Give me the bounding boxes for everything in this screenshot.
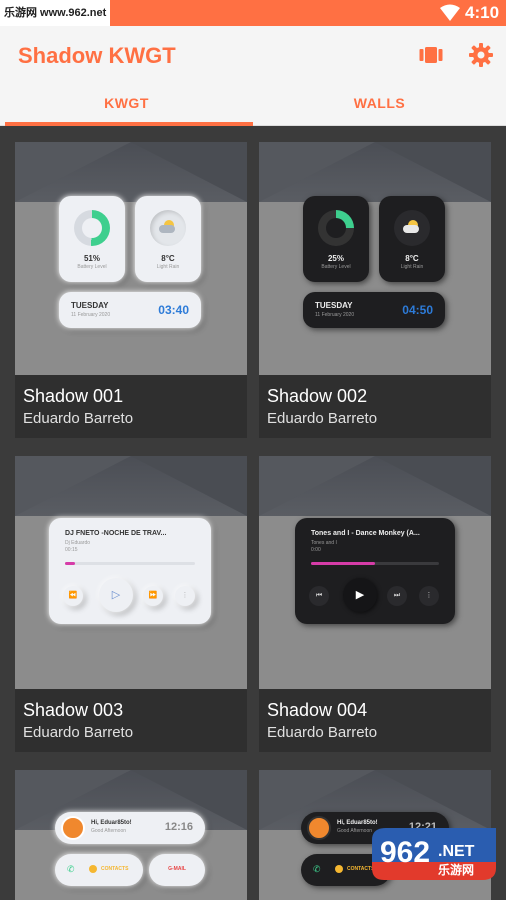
widget-card[interactable]: 51% Battery Level 8°C Light Rain TUESDAY… bbox=[15, 142, 247, 438]
widget-preview: DJ FNETO -NOCHE DE TRAV... Dj Eduardo 00… bbox=[15, 456, 247, 689]
battery-ring-icon bbox=[318, 210, 354, 246]
greeting-subtext: Good Afternoon bbox=[91, 828, 127, 834]
date-label: 11 February 2020 bbox=[71, 312, 111, 318]
date-time-tile: TUESDAY 11 February 2020 04:50 bbox=[303, 292, 445, 328]
gmail-label: G-MAIL bbox=[168, 866, 186, 872]
temperature-value: 8°C bbox=[161, 254, 175, 263]
app-title: Shadow KWGT bbox=[18, 43, 176, 68]
battery-value: 25% bbox=[327, 254, 344, 263]
logo-number: 962 bbox=[380, 836, 430, 869]
clock-time: 03:40 bbox=[158, 303, 189, 317]
music-player-tile: Tones and I - Dance Monkey (A... Tones a… bbox=[295, 518, 455, 624]
widget-name: Shadow 002 bbox=[267, 386, 368, 406]
wifi-icon bbox=[440, 4, 460, 21]
app-bar: Shadow KWGT KWGT WALLS bbox=[0, 26, 506, 126]
track-title: Tones and I - Dance Monkey (A... bbox=[311, 530, 420, 537]
battery-label: Battery Level bbox=[77, 264, 107, 270]
greeting-text: Hi, Eduar85to! bbox=[91, 820, 132, 826]
widget-author: Eduardo Barreto bbox=[23, 410, 134, 427]
more-icon[interactable]: ⋮ bbox=[419, 586, 439, 606]
track-time: 00:15 bbox=[65, 547, 78, 553]
greeting-tile: Hi, Eduar85to! Good Afternoon 12:16 bbox=[55, 812, 205, 844]
phone-icon: ✆ bbox=[67, 864, 75, 874]
date-label: 11 February 2020 bbox=[315, 312, 355, 318]
contacts-button[interactable]: ✆ CONTACTS bbox=[55, 854, 143, 886]
widget-grid: 51% Battery Level 8°C Light Rain TUESDAY… bbox=[0, 126, 506, 900]
weather-cloud-icon bbox=[150, 210, 186, 246]
tab-walls[interactable]: WALLS bbox=[253, 88, 506, 126]
day-label: TUESDAY bbox=[71, 301, 109, 310]
battery-ring-icon bbox=[74, 210, 110, 246]
widget-card[interactable]: DJ FNETO -NOCHE DE TRAV... Dj Eduardo 00… bbox=[15, 456, 247, 752]
widget-card[interactable]: Tones and I - Dance Monkey (A... Tones a… bbox=[259, 456, 491, 752]
site-watermark: 乐游网 www.962.net bbox=[0, 0, 111, 26]
widget-author: Eduardo Barreto bbox=[267, 724, 378, 741]
logo-cn: 乐游网 bbox=[438, 862, 474, 877]
widget-author: Eduardo Barreto bbox=[23, 724, 134, 741]
clock-time: 12:16 bbox=[164, 821, 193, 833]
weather-label: Light Rain bbox=[400, 264, 424, 270]
progress-fill bbox=[311, 562, 375, 565]
widget-card[interactable]: 25% Battery Level 8°C Light Rain TUESDAY… bbox=[259, 142, 491, 438]
track-title: DJ FNETO -NOCHE DE TRAV... bbox=[65, 530, 167, 537]
weather-tile: 8°C Light Rain bbox=[135, 196, 201, 282]
settings-gear-icon[interactable] bbox=[468, 42, 494, 68]
clock-time: 04:50 bbox=[402, 303, 433, 317]
widget-name: Shadow 003 bbox=[23, 700, 124, 720]
rewind-icon[interactable]: ⏪ bbox=[63, 586, 83, 606]
status-time: 4:10 bbox=[465, 3, 500, 22]
track-artist: Tones and I bbox=[311, 540, 337, 546]
contacts-icon bbox=[335, 865, 343, 873]
status-bar: 乐游网 www.962.net 4:10 bbox=[0, 0, 506, 26]
music-player-tile: DJ FNETO -NOCHE DE TRAV... Dj Eduardo 00… bbox=[49, 518, 211, 624]
widget-name: Shadow 004 bbox=[267, 700, 368, 720]
track-artist: Dj Eduardo bbox=[65, 540, 91, 546]
day-label: TUESDAY bbox=[315, 301, 353, 310]
widget-preview: 51% Battery Level 8°C Light Rain TUESDAY… bbox=[15, 142, 247, 375]
track-time: 0:00 bbox=[311, 547, 321, 553]
play-icon[interactable]: ▶ bbox=[343, 578, 377, 612]
battery-label: Battery Level bbox=[321, 264, 351, 270]
962-net-logo-watermark: 962 .NET 乐游网 bbox=[372, 828, 496, 880]
forward-icon[interactable]: ⏩ bbox=[143, 586, 163, 606]
weather-tile: 8°C Light Rain bbox=[379, 196, 445, 282]
avatar bbox=[307, 816, 331, 840]
phone-icon: ✆ bbox=[313, 864, 321, 874]
date-time-tile: TUESDAY 11 February 2020 03:40 bbox=[59, 292, 201, 328]
logo-suffix: .NET bbox=[438, 843, 475, 860]
widget-name: Shadow 001 bbox=[23, 386, 124, 406]
wallpaper-gallery-icon[interactable] bbox=[418, 42, 444, 68]
avatar bbox=[61, 816, 85, 840]
progress-track bbox=[65, 562, 195, 565]
progress-fill bbox=[65, 562, 75, 565]
widget-preview: Hi, Eduar85to! Good Afternoon 12:16 ✆ CO… bbox=[15, 770, 247, 900]
widget-preview: 25% Battery Level 8°C Light Rain TUESDAY… bbox=[259, 142, 491, 375]
widget-card[interactable]: Hi, Eduar85to! Good Afternoon 12:16 ✆ CO… bbox=[15, 770, 247, 900]
play-icon[interactable]: ▷ bbox=[99, 578, 133, 612]
widget-author: Eduardo Barreto bbox=[267, 410, 378, 427]
weather-label: Light Rain bbox=[156, 264, 180, 270]
weather-cloud-icon bbox=[394, 210, 430, 246]
battery-tile: 25% Battery Level bbox=[303, 196, 369, 282]
rewind-icon[interactable]: ⏮ bbox=[309, 586, 329, 606]
battery-tile: 51% Battery Level bbox=[59, 196, 125, 282]
forward-icon[interactable]: ⏭ bbox=[387, 586, 407, 606]
contacts-label: CONTACTS bbox=[101, 866, 129, 872]
widget-preview: Tones and I - Dance Monkey (A... Tones a… bbox=[259, 456, 491, 689]
contacts-icon bbox=[89, 865, 97, 873]
battery-value: 51% bbox=[83, 254, 100, 263]
more-icon[interactable]: ⋮ bbox=[175, 586, 195, 606]
tab-kwgt[interactable]: KWGT bbox=[0, 88, 253, 126]
temperature-value: 8°C bbox=[405, 254, 419, 263]
gmail-button[interactable]: G-MAIL bbox=[149, 854, 205, 886]
